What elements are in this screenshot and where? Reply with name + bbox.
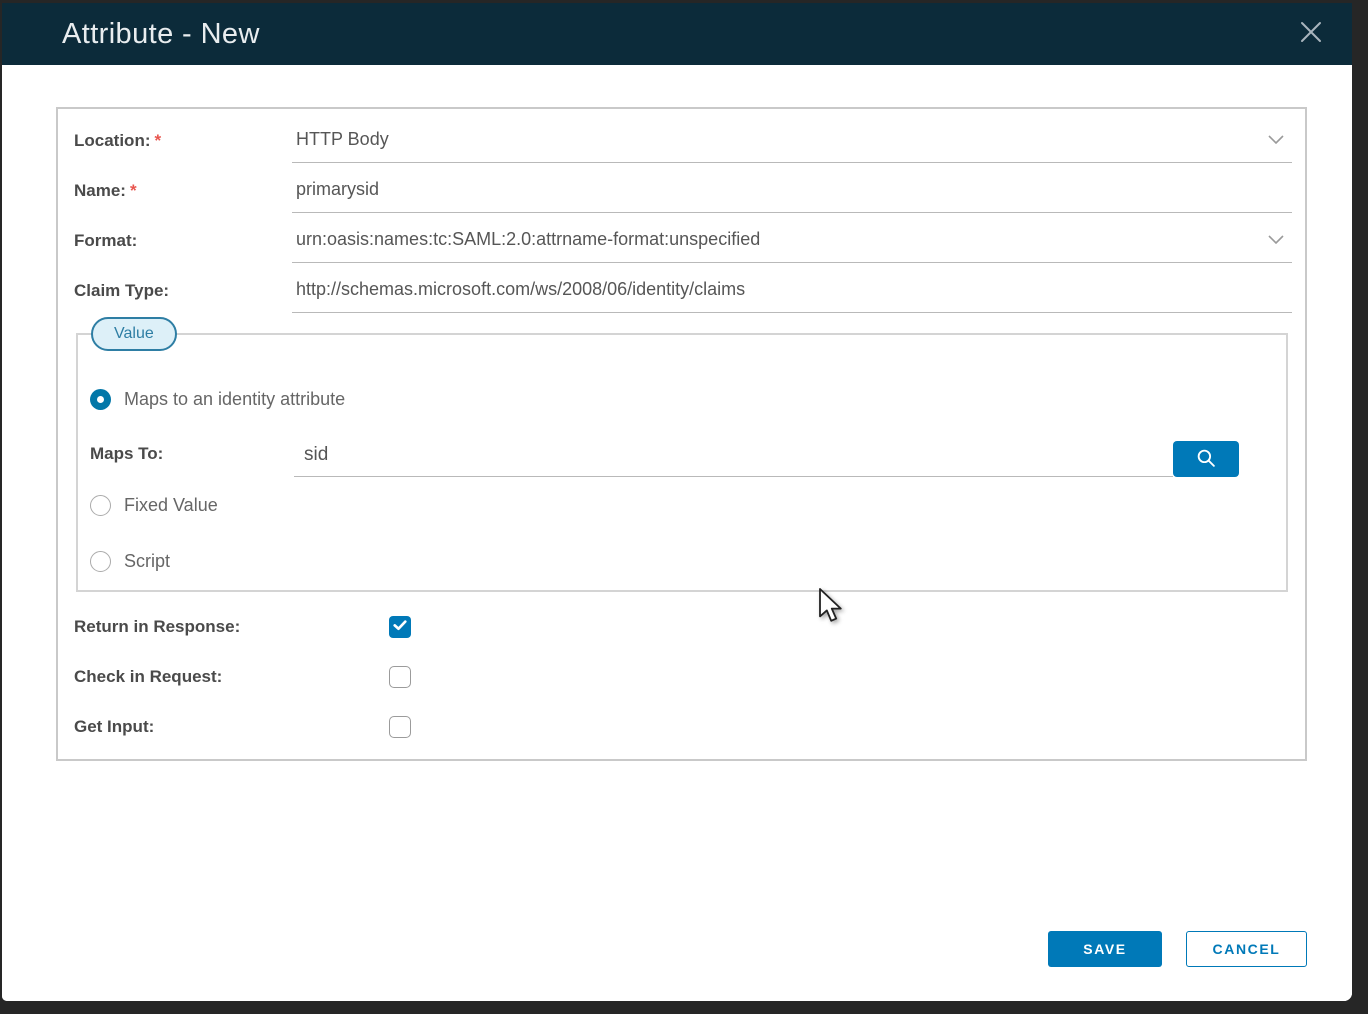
get-input-label: Get Input: [74, 717, 389, 737]
checkmark-icon [391, 616, 409, 639]
chevron-down-icon[interactable] [1268, 131, 1284, 149]
row-check-in-request: Check in Request: [74, 665, 411, 689]
field-row-claim-type: Claim Type: http://schemas.microsoft.com… [74, 264, 1292, 313]
radio-fixed-value[interactable]: Fixed Value [90, 494, 218, 516]
name-input[interactable]: primarysid [292, 179, 1292, 213]
location-select[interactable]: HTTP Body [292, 129, 1292, 163]
maps-to-row: Maps To: sid [90, 433, 1239, 477]
attribute-form-panel: Location:* HTTP Body Name:* primarysid F… [56, 107, 1307, 761]
radio-unselected-icon[interactable] [90, 551, 111, 572]
format-select[interactable]: urn:oasis:names:tc:SAML:2.0:attrname-for… [292, 229, 1292, 263]
radio-script[interactable]: Script [90, 550, 170, 572]
screen: Attribute - New Location:* HTTP Body [0, 0, 1368, 1014]
dialog-titlebar: Attribute - New [2, 3, 1352, 65]
close-button[interactable] [1296, 19, 1326, 49]
dialog-title: Attribute - New [62, 18, 260, 51]
get-input-checkbox[interactable] [389, 716, 411, 738]
claim-type-input[interactable]: http://schemas.microsoft.com/ws/2008/06/… [292, 279, 1292, 313]
dialog-content: Location:* HTTP Body Name:* primarysid F… [2, 65, 1352, 1001]
check-in-request-checkbox[interactable] [389, 666, 411, 688]
radio-label: Maps to an identity attribute [124, 389, 345, 410]
search-button[interactable] [1173, 441, 1239, 477]
field-row-name: Name:* primarysid [74, 164, 1292, 213]
value-tab[interactable]: Value [91, 317, 177, 351]
radio-unselected-icon[interactable] [90, 495, 111, 516]
required-asterisk: * [155, 131, 162, 150]
save-button[interactable]: SAVE [1048, 931, 1162, 967]
field-row-location: Location:* HTTP Body [74, 114, 1292, 163]
location-label: Location:* [74, 131, 292, 163]
search-icon [1193, 445, 1219, 474]
attribute-dialog: Attribute - New Location:* HTTP Body [2, 3, 1352, 1001]
cancel-button[interactable]: CANCEL [1186, 931, 1307, 967]
format-label: Format: [74, 231, 292, 263]
row-return-in-response: Return in Response: [74, 615, 411, 639]
chevron-down-icon[interactable] [1268, 231, 1284, 249]
return-in-response-checkbox[interactable] [389, 616, 411, 638]
radio-selected-icon[interactable] [90, 389, 111, 410]
radio-label: Script [124, 551, 170, 572]
claim-type-label: Claim Type: [74, 281, 292, 313]
row-get-input: Get Input: [74, 715, 411, 739]
radio-maps-to-identity-attribute[interactable]: Maps to an identity attribute [90, 388, 345, 410]
return-in-response-label: Return in Response: [74, 617, 389, 637]
field-row-format: Format: urn:oasis:names:tc:SAML:2.0:attr… [74, 214, 1292, 263]
maps-to-label: Maps To: [90, 444, 294, 477]
radio-label: Fixed Value [124, 495, 218, 516]
close-icon [1298, 19, 1324, 50]
check-in-request-label: Check in Request: [74, 667, 389, 687]
name-label: Name:* [74, 181, 292, 213]
required-asterisk: * [130, 181, 137, 200]
value-section: Value Maps to an identity attribute Maps… [76, 333, 1288, 592]
maps-to-input[interactable]: sid [294, 444, 1173, 477]
